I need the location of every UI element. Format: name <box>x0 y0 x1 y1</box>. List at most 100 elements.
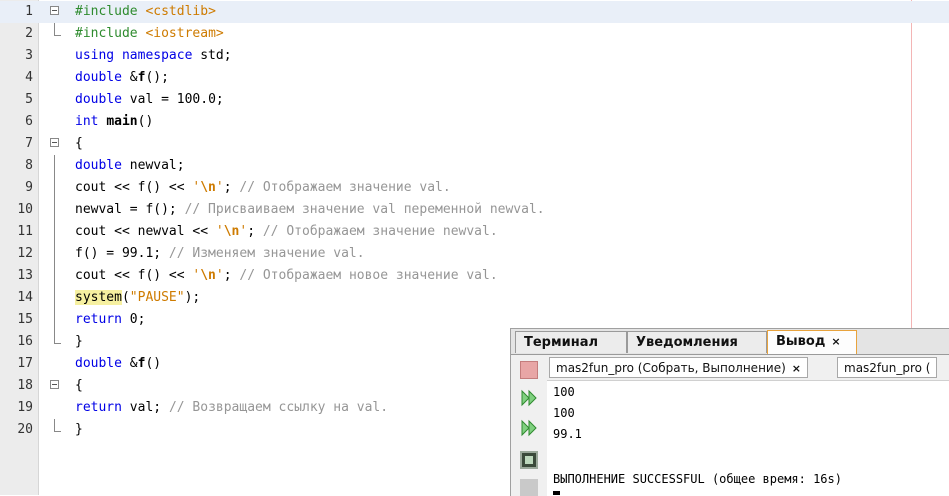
fold-guide <box>54 221 55 243</box>
code-line[interactable]: 10 newval = f(); // Присваиваем значение … <box>0 199 949 221</box>
code-line[interactable]: 6 int main() <box>0 111 949 133</box>
close-icon[interactable]: × <box>831 335 840 348</box>
line-number: 19 <box>17 400 33 415</box>
code-token: #include <box>75 26 146 41</box>
settings-icon[interactable] <box>520 479 538 496</box>
line-number: 1 <box>25 4 33 19</box>
fold-toggle-icon[interactable] <box>50 138 59 147</box>
panel-tab-bar: Терминал Уведомления Вывод × <box>511 329 949 355</box>
code-token: using namespace <box>75 48 201 63</box>
code-line[interactable]: 4 double &f(); <box>0 67 949 89</box>
code-token: <cstdlib> <box>145 4 216 19</box>
code-line[interactable]: 3 using namespace std; <box>0 45 949 67</box>
code-token: \n <box>200 268 216 283</box>
output-line: 100 <box>553 406 575 420</box>
code-token: // Изменяем значение val. <box>168 246 365 261</box>
code-line[interactable]: 13 cout << f() << '\n'; // Отображаем нов… <box>0 265 949 287</box>
close-icon[interactable]: × <box>792 362 801 375</box>
code-token: \n <box>223 224 240 239</box>
code-line[interactable]: 9 cout << f() << '\n'; // Отображаем знач… <box>0 177 949 199</box>
code-token: ' <box>215 180 224 195</box>
tab-label: Терминал <box>524 335 599 350</box>
fold-toggle-icon[interactable] <box>50 380 59 389</box>
code-token: <iostream> <box>145 26 224 41</box>
fold-guide <box>54 243 55 265</box>
code-line[interactable]: 8 double newval; <box>0 155 949 177</box>
code-token: return <box>75 400 130 415</box>
code-token: double <box>75 92 130 107</box>
code-token: cout << f() << <box>75 180 193 195</box>
code-text: double newval; <box>75 158 185 173</box>
fold-guide <box>54 177 55 199</box>
output-tab-build-run[interactable]: mas2fun_pro (Собрать, Выполнение) × <box>549 357 808 378</box>
code-text: return 0; <box>75 312 145 327</box>
output-line: ВЫПОЛНЕНИЕ SUCCESSFUL (общее время: 16s) <box>553 472 842 486</box>
fold-guide <box>54 155 55 177</box>
code-text: int main() <box>75 114 153 129</box>
code-token: ; <box>247 224 263 239</box>
code-token: return <box>75 312 130 327</box>
line-number: 12 <box>17 246 33 261</box>
line-number: 9 <box>25 180 33 195</box>
line-number: 4 <box>25 70 33 85</box>
code-token: double <box>75 356 130 371</box>
tab-terminal[interactable]: Терминал <box>515 331 627 353</box>
output-toolbar <box>511 355 547 496</box>
code-token: main <box>106 114 138 129</box>
output-console[interactable]: 100 100 99.1 ВЫПОЛНЕНИЕ SUCCESSFUL (обще… <box>547 380 949 496</box>
code-token: ( <box>121 290 130 305</box>
tab-output[interactable]: Вывод × <box>767 330 857 354</box>
code-text: } <box>75 334 83 349</box>
code-text: double val = 100.0; <box>75 92 224 107</box>
line-number: 10 <box>17 202 33 217</box>
code-text: { <box>75 136 83 151</box>
rerun-with-args-icon[interactable] <box>520 419 538 437</box>
code-line[interactable]: 11 cout << newval << '\n'; // Отображаем … <box>0 221 949 243</box>
fold-guide <box>54 265 55 287</box>
fold-guide <box>54 199 55 221</box>
line-number: 7 <box>25 136 33 151</box>
code-token: ; <box>223 268 240 283</box>
line-number: 6 <box>25 114 33 129</box>
fold-end-marker <box>54 419 61 432</box>
line-number: 3 <box>25 48 33 63</box>
code-token: newval = f(); <box>75 202 185 217</box>
fold-toggle-icon[interactable] <box>50 6 59 15</box>
code-token: ' <box>215 268 224 283</box>
fold-end-marker <box>54 23 61 36</box>
code-text: { <box>75 378 83 393</box>
code-token: } <box>75 422 83 437</box>
code-line[interactable]: 5 double val = 100.0; <box>0 89 949 111</box>
rerun-icon[interactable] <box>520 389 538 407</box>
stop-icon[interactable] <box>520 361 538 379</box>
line-number: 11 <box>17 224 33 239</box>
code-text: #include <cstdlib> <box>75 4 216 19</box>
text-cursor <box>553 491 560 495</box>
code-line[interactable]: 2 #include <iostream> <box>0 23 949 45</box>
code-token: newval; <box>129 158 185 173</box>
code-token: ; <box>223 180 240 195</box>
output-line: 99.1 <box>553 427 582 441</box>
line-number: 8 <box>25 158 33 173</box>
terminal-icon[interactable] <box>520 451 538 469</box>
code-text: using namespace std; <box>75 48 232 63</box>
code-token: { <box>75 378 83 393</box>
code-text: double &f() <box>75 356 161 371</box>
tab-label: Вывод <box>776 334 826 349</box>
code-line[interactable]: 1 #include <cstdlib> <box>0 1 949 23</box>
code-token: "PAUSE" <box>129 290 185 305</box>
line-number: 16 <box>17 334 33 349</box>
code-token: f() = 99.1; <box>75 246 169 261</box>
tab-label: Уведомления <box>636 335 738 350</box>
code-line[interactable]: 7{ <box>0 133 949 155</box>
output-tab-second[interactable]: mas2fun_pro ( <box>837 357 937 378</box>
code-token: \n <box>200 180 216 195</box>
tab-notifications[interactable]: Уведомления <box>627 331 767 353</box>
code-token: // Отображаем значение newval. <box>262 224 498 239</box>
code-token: double <box>75 158 130 173</box>
code-line[interactable]: 14 system("PAUSE"); <box>0 287 949 309</box>
code-line[interactable]: 12 f() = 99.1; // Изменяем значение val. <box>0 243 949 265</box>
line-number: 17 <box>17 356 33 371</box>
code-token: & <box>129 356 138 371</box>
code-token: int <box>75 114 107 129</box>
